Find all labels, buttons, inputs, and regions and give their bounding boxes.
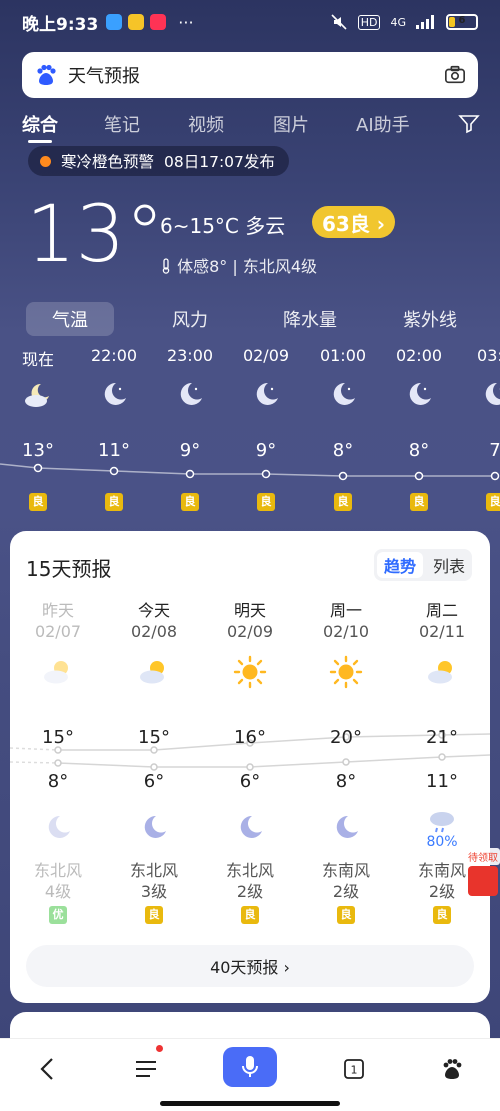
hd-icon: HD (357, 14, 381, 30)
svg-text:1: 1 (351, 1064, 358, 1077)
status-time: 晚上9:33 (22, 14, 99, 35)
segment-wind[interactable]: 风力 (146, 302, 234, 336)
temperature-range: 6~15°C 多云 (160, 214, 286, 238)
thermometer-icon (162, 258, 170, 274)
moon-icon (256, 382, 278, 405)
sun-icon (329, 655, 363, 689)
partly-cloudy-icon (44, 661, 68, 684)
red-envelope-icon (468, 866, 498, 896)
tab-count-icon: 1 (344, 1059, 364, 1079)
home-indicator (160, 1101, 340, 1106)
filter-icon[interactable] (458, 112, 480, 134)
segment-uv[interactable]: 紫外线 (386, 302, 474, 336)
search-tabs: 综合 笔记 视频 图片 AI助手 (0, 108, 500, 140)
baidu-paw-icon (37, 64, 56, 85)
partly-cloudy-icon (428, 661, 452, 684)
rain-cloud-icon (430, 812, 454, 833)
warning-title: 寒冷橙色预警 (61, 153, 155, 171)
moon-icon (485, 382, 500, 405)
search-input[interactable]: 天气预报 (68, 62, 140, 88)
bottom-nav: 1 (0, 1038, 500, 1111)
microphone-icon (242, 1056, 258, 1077)
menu-icon (136, 1061, 156, 1077)
sun-icon (233, 655, 267, 689)
chevron-left-icon (40, 1058, 53, 1080)
status-bar: 晚上9:33 ··· HD 4G 6 (0, 0, 500, 44)
app-notification-icon (106, 14, 123, 30)
back-button[interactable] (26, 1049, 70, 1089)
red-packet-float[interactable]: 待领取 (466, 848, 500, 898)
menu-badge-dot (156, 1045, 163, 1052)
metric-segment: 气温 风力 降水量 紫外线 (26, 302, 486, 336)
forecast-card: 15天预报 趋势 列表 昨天 02/07 15° 8° 东北风 4级 优 今天 … (10, 531, 490, 1003)
moon-icon (104, 382, 126, 405)
tab-ai-assistant[interactable]: AI助手 (356, 111, 410, 137)
tab-videos[interactable]: 视频 (188, 111, 224, 137)
tab-images[interactable]: 图片 (273, 111, 309, 137)
mute-icon (331, 14, 347, 30)
warning-dot-icon (40, 155, 51, 167)
moon-icon (336, 815, 358, 838)
moon-icon (48, 815, 70, 838)
feels-like-wind: 体感8° | 东北风4级 (160, 253, 317, 277)
moon-icon (180, 382, 202, 405)
moon-icon (240, 815, 262, 838)
more-notifications-icon: ··· (178, 12, 194, 32)
hourly-forecast[interactable]: 现在 13° 良 22:00 11° 良 23:00 9° 良 02/09 9°… (0, 340, 500, 520)
camera-icon[interactable] (444, 64, 466, 86)
segment-precipitation[interactable]: 降水量 (266, 302, 354, 336)
xiaohongshu-notification-icon (150, 14, 167, 30)
moon-icon (144, 815, 166, 838)
warning-time: 08日17:07发布 (164, 153, 275, 171)
cloud-moon-icon (25, 383, 49, 407)
moon-icon (333, 382, 355, 405)
weather-warning[interactable]: 寒冷橙色预警 08日17:07发布 (28, 146, 289, 176)
search-bar[interactable]: 天气预报 (22, 52, 478, 98)
tab-comprehensive[interactable]: 综合 (22, 111, 58, 137)
voice-search-button[interactable] (223, 1047, 277, 1087)
battery-icon: 6 (446, 14, 478, 30)
forty-day-forecast-button[interactable]: 40天预报 › (26, 945, 474, 987)
red-packet-label: 待领取 (466, 848, 500, 865)
segment-temperature[interactable]: 气温 (26, 302, 114, 336)
partly-cloudy-icon (140, 661, 164, 684)
meituan-notification-icon (128, 14, 145, 30)
aqi-badge[interactable]: 63良 › (312, 206, 396, 238)
current-temperature: 13° (26, 190, 165, 280)
tabs-button[interactable]: 1 (332, 1049, 376, 1089)
baidu-paw-icon (443, 1059, 462, 1079)
tab-notes[interactable]: 笔记 (104, 111, 140, 137)
moon-icon (409, 382, 431, 405)
network-label: 4G (390, 15, 406, 29)
baidu-home-button[interactable] (430, 1049, 474, 1089)
signal-icon (416, 15, 434, 29)
feels-like-text: 体感8° | 东北风4级 (177, 257, 318, 276)
menu-button[interactable] (124, 1049, 168, 1089)
